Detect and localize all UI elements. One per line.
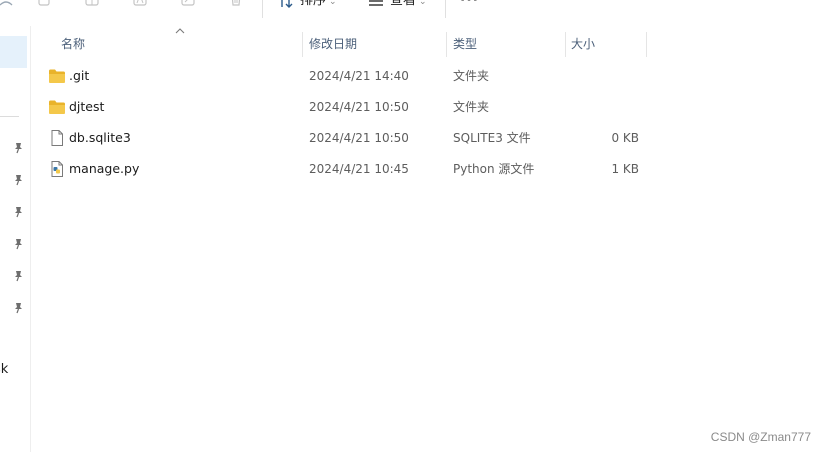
file-size: 0 KB (611, 131, 639, 145)
pin-icon[interactable] (12, 302, 24, 314)
pin-icon[interactable] (12, 206, 24, 218)
cut-icon[interactable] (36, 0, 52, 7)
file-row[interactable]: db.sqlite3 2024/4/21 10:50 SQLITE3 文件 0 … (30, 123, 825, 153)
sort-label: 排序 (300, 0, 327, 8)
folder-icon (49, 69, 65, 83)
file-name[interactable]: manage.py (69, 154, 139, 184)
file-name[interactable]: .git (69, 61, 89, 91)
file-type: 文件夹 (453, 69, 490, 83)
column-header-type[interactable]: 类型 (453, 30, 477, 58)
more-options-button[interactable]: ··· (460, 0, 479, 8)
python-file-icon (51, 161, 63, 177)
view-icon (369, 0, 383, 6)
watermark-text: CSDN @Zman777 (710, 430, 811, 444)
toolbar-separator (262, 0, 263, 18)
pin-icon[interactable] (12, 238, 24, 250)
nav-item-label[interactable]: sk (0, 362, 8, 377)
column-header-date[interactable]: 修改日期 (309, 30, 357, 58)
file-type: 文件夹 (453, 100, 490, 114)
sort-button[interactable]: 排序 ⌄ (278, 0, 337, 9)
file-type: Python 源文件 (453, 162, 535, 176)
navigation-pane: sk (0, 26, 31, 452)
pin-icon[interactable] (12, 270, 24, 282)
column-divider[interactable] (302, 32, 303, 57)
pin-icon[interactable] (12, 174, 24, 186)
sort-ascending-icon (175, 28, 185, 34)
pin-icon[interactable] (12, 142, 24, 154)
sort-icon (281, 0, 293, 8)
file-date: 2024/4/21 14:40 (309, 69, 409, 83)
command-bar: 排序 ⌄ 查看 ⌄ ··· (0, 0, 825, 26)
view-label: 查看 (390, 0, 417, 8)
view-button[interactable]: 查看 ⌄ (368, 0, 427, 9)
share-icon[interactable] (180, 0, 196, 7)
column-header-size[interactable]: 大小 (571, 30, 595, 58)
file-date: 2024/4/21 10:45 (309, 162, 409, 176)
file-name[interactable]: db.sqlite3 (69, 123, 131, 153)
new-icon[interactable] (0, 0, 14, 7)
toolbar-separator (445, 0, 446, 18)
column-headers: 名称 修改日期 类型 大小 (30, 28, 825, 58)
file-type: SQLITE3 文件 (453, 131, 531, 145)
file-name[interactable]: djtest (69, 92, 104, 122)
chevron-down-icon: ⌄ (329, 0, 337, 7)
file-size (571, 61, 639, 91)
file-row[interactable]: manage.py 2024/4/21 10:45 Python 源文件 1 K… (30, 154, 825, 184)
delete-icon[interactable] (228, 0, 244, 7)
column-divider[interactable] (446, 32, 447, 57)
file-size (571, 92, 639, 122)
chevron-down-icon: ⌄ (419, 0, 427, 7)
file-row[interactable]: djtest 2024/4/21 10:50 文件夹 (30, 92, 825, 122)
file-date: 2024/4/21 10:50 (309, 100, 409, 114)
nav-selected-item[interactable] (0, 36, 27, 68)
rename-icon[interactable] (132, 0, 148, 7)
file-date: 2024/4/21 10:50 (309, 131, 409, 145)
nav-divider (0, 116, 19, 117)
column-header-name[interactable]: 名称 (61, 30, 85, 58)
copy-icon[interactable] (84, 0, 100, 7)
file-size: 1 KB (611, 162, 639, 176)
column-divider[interactable] (565, 32, 566, 57)
file-row[interactable]: .git 2024/4/21 14:40 文件夹 (30, 61, 825, 91)
column-divider[interactable] (646, 32, 647, 57)
folder-icon (49, 100, 65, 114)
file-icon (51, 130, 63, 146)
